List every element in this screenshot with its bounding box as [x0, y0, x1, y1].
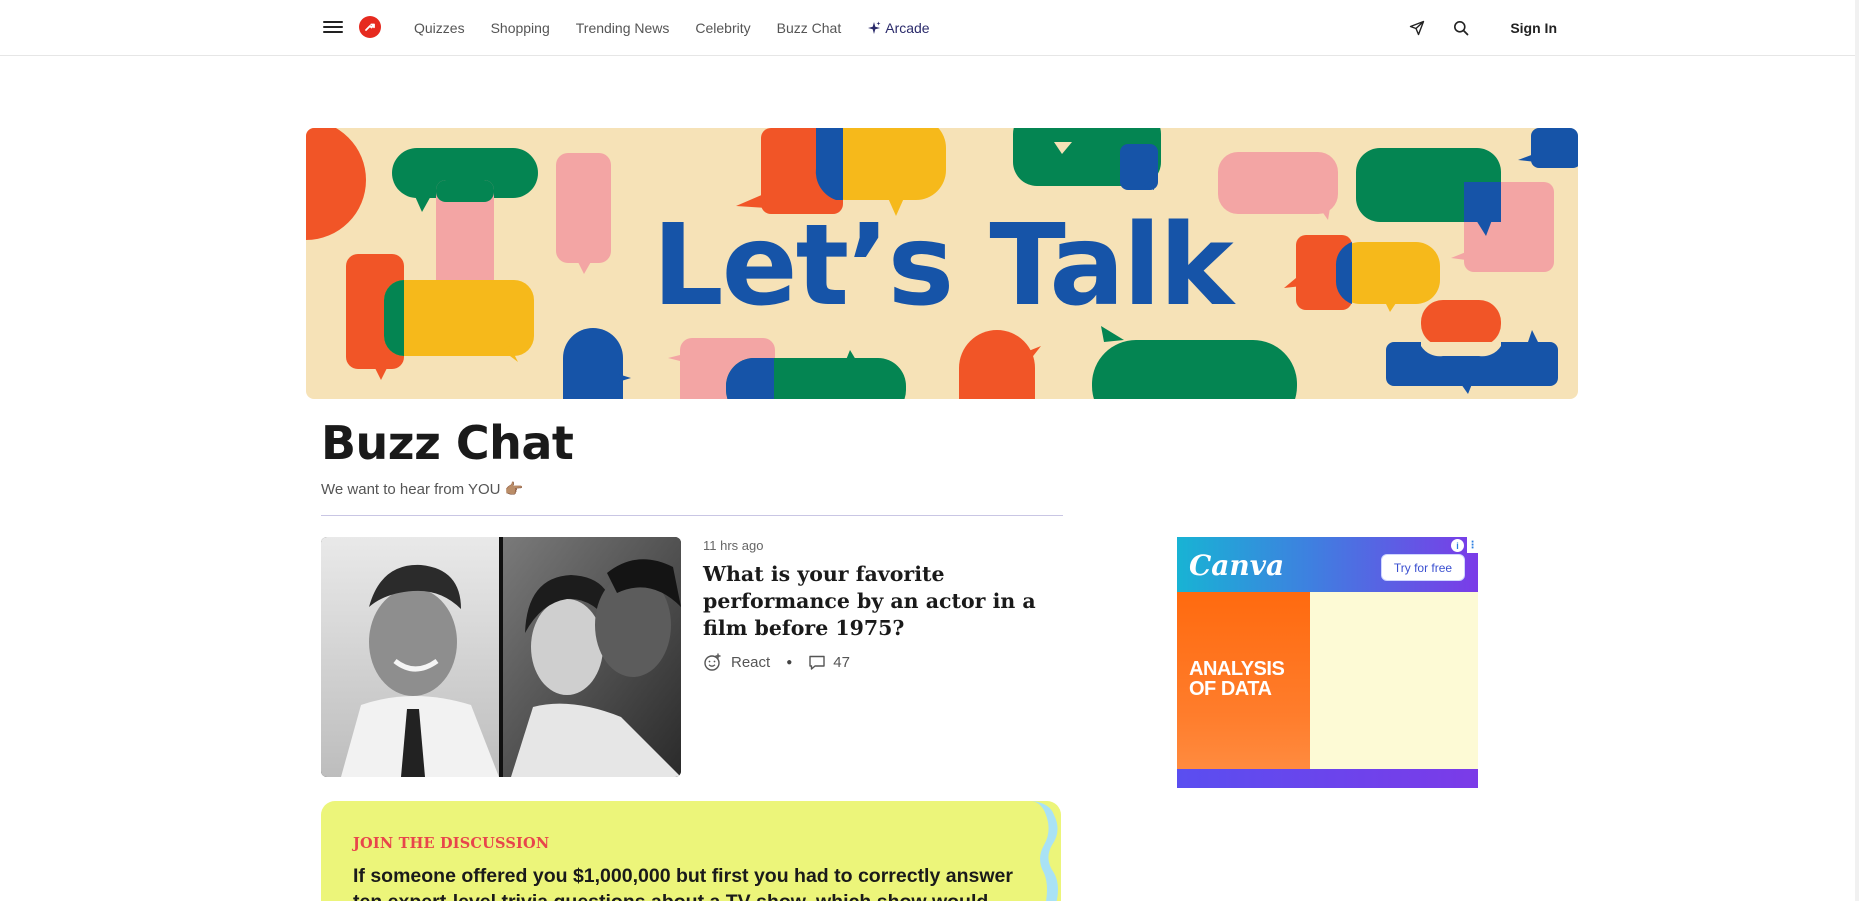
banner-title: Let’s Talk	[652, 201, 1236, 331]
sparkle-icon	[868, 21, 881, 34]
lets-talk-banner: Let’s Talk	[306, 128, 1578, 399]
trending-arrow-icon[interactable]	[359, 16, 381, 38]
ad-footer-bar	[1177, 769, 1478, 788]
sidebar-advertisement[interactable]: Canva Try for free i ⋮ ANALYSIS OF DATA	[1177, 537, 1478, 788]
post-thumbnail[interactable]	[321, 537, 681, 777]
discussion-wave-decoration	[1032, 801, 1058, 901]
ad-orange-panel: ANALYSIS OF DATA	[1177, 592, 1310, 769]
ad-more-options-icon[interactable]: ⋮	[1467, 537, 1478, 553]
nav-link-arcade[interactable]: Arcade	[867, 20, 930, 36]
post-meta: 11 hrs ago What is your favorite perform…	[703, 537, 1063, 672]
join-discussion-label: JOIN THE DISCUSSION	[353, 835, 550, 852]
ad-cream-panel	[1310, 592, 1478, 769]
post-actions: React ● 47	[703, 652, 1063, 672]
discussion-question[interactable]: If someone offered you $1,000,000 but fi…	[353, 863, 1043, 901]
join-discussion-card[interactable]: JOIN THE DISCUSSION If someone offered y…	[321, 801, 1061, 901]
ad-info-icon[interactable]: i	[1451, 539, 1464, 552]
primary-nav: Quizzes Shopping Trending News Celebrity…	[414, 0, 956, 56]
nav-link-buzz-chat[interactable]: Buzz Chat	[777, 20, 842, 36]
sign-in-button[interactable]: Sign In	[1510, 20, 1557, 36]
page-scrollbar[interactable]	[1855, 0, 1859, 901]
ad-try-for-free-button[interactable]: Try for free	[1381, 554, 1465, 581]
post-timestamp: 11 hrs ago	[703, 538, 764, 553]
comments-count: 47	[833, 653, 850, 671]
nav-link-quizzes[interactable]: Quizzes	[414, 20, 465, 36]
comments-button[interactable]: 47	[808, 654, 850, 671]
ad-brand-logo: Canva	[1189, 549, 1285, 582]
paper-plane-icon[interactable]	[1406, 17, 1428, 39]
comment-bubble-icon	[809, 655, 825, 670]
add-reaction-icon	[704, 653, 721, 671]
separator-dot: ●	[786, 656, 793, 668]
top-navigation: Quizzes Shopping Trending News Celebrity…	[0, 0, 1859, 56]
search-icon[interactable]	[1450, 17, 1472, 39]
nav-link-celebrity[interactable]: Celebrity	[695, 20, 750, 36]
nav-link-trending-news[interactable]: Trending News	[576, 20, 670, 36]
page-subtitle: We want to hear from YOU 👉🏽	[321, 481, 524, 498]
page-title: Buzz Chat	[321, 416, 574, 470]
menu-icon[interactable]	[323, 18, 343, 36]
speech-bubbles-illustration: Let’s Talk	[306, 128, 1578, 399]
nav-link-shopping[interactable]: Shopping	[491, 20, 550, 36]
header-divider	[321, 515, 1063, 516]
featured-post: 11 hrs ago What is your favorite perform…	[321, 537, 1063, 777]
ad-headline: ANALYSIS OF DATA	[1189, 658, 1285, 700]
post-title[interactable]: What is your favorite performance by an …	[703, 561, 1063, 642]
react-label: React	[731, 653, 771, 671]
ad-header: Canva Try for free	[1177, 537, 1478, 592]
arcade-label: Arcade	[885, 20, 930, 36]
nav-actions: Sign In	[1406, 0, 1557, 56]
react-button[interactable]: React	[703, 652, 770, 672]
